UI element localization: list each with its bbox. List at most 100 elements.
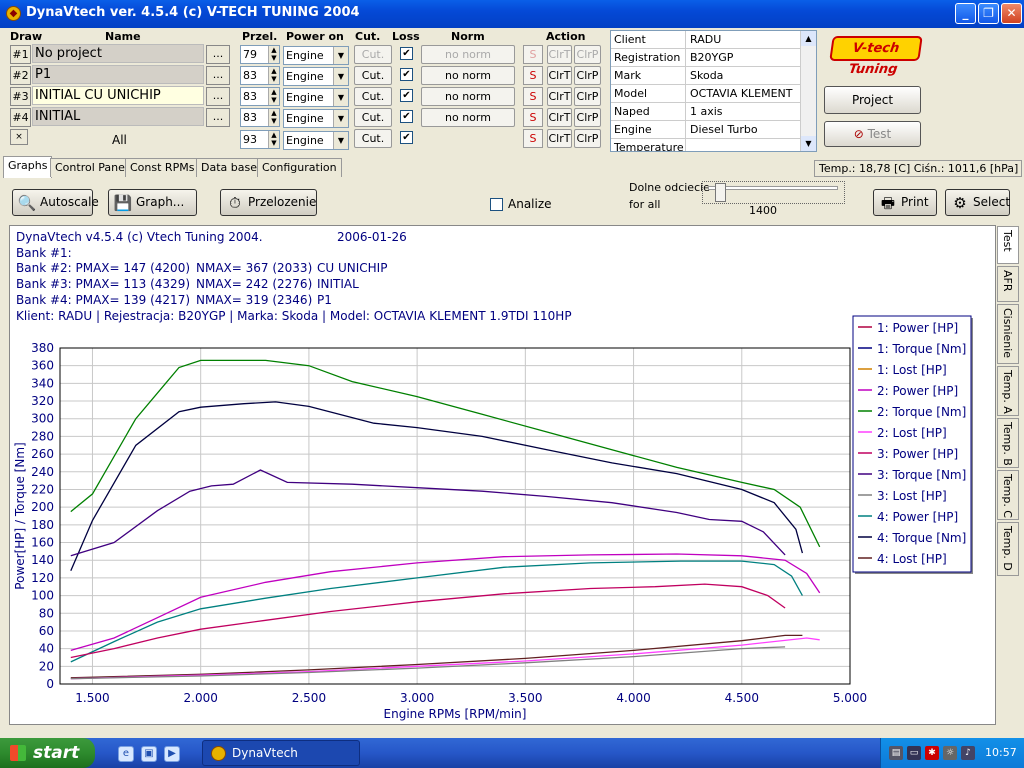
clrp-button-all[interactable]: ClrP (574, 129, 601, 148)
print-button[interactable]: 🖶 Print (873, 189, 937, 216)
info-row-naped[interactable]: Naped 1 axis (611, 103, 801, 121)
info-row-model[interactable]: Model OCTAVIA KLEMENT (611, 85, 801, 103)
spin-arrows-icon[interactable]: ▲ ▼ (268, 109, 279, 126)
maximize-button[interactable]: ❐ (978, 3, 999, 24)
sidetab-temp-b[interactable]: Temp. B (997, 418, 1019, 468)
loss-checkbox-all[interactable]: ✔ (400, 131, 413, 144)
loss-checkbox-4[interactable]: ✔ (400, 110, 413, 123)
s-button-all[interactable]: S (523, 129, 543, 148)
tab-const-rpms[interactable]: Const RPMs (125, 158, 200, 177)
loss-checkbox-2[interactable]: ✔ (400, 68, 413, 81)
taskbar-item-dynavtech[interactable]: DynaVtech (202, 740, 360, 766)
s-button-4[interactable]: S (523, 108, 543, 127)
info-row-temperature[interactable]: Temperature (611, 139, 801, 151)
cut-button-3[interactable]: Cut. (354, 87, 392, 106)
ie-icon[interactable]: e (118, 746, 134, 762)
power-on-select-2[interactable]: Engine ▼ (283, 67, 349, 86)
info-value[interactable]: B20YGP (688, 49, 801, 67)
desktop-icon[interactable]: ▣ (141, 746, 157, 762)
slider-thumb[interactable] (714, 183, 726, 202)
chevron-down-icon[interactable]: ▼ (801, 136, 816, 151)
norm-button-2[interactable]: no norm (421, 66, 515, 85)
client-info-grid[interactable]: Client RADU Registration B20YGP Mark Skoda … (610, 30, 817, 152)
clrp-button-2[interactable]: ClrP (574, 66, 601, 85)
przelozenie-button[interactable]: ⏱ Przelozenie (220, 189, 317, 216)
draw-button-1[interactable]: #1 (10, 45, 31, 64)
sidetab-cisnienie[interactable]: Cisnienie (997, 304, 1019, 364)
sidetab-temp-d[interactable]: Temp. D (997, 522, 1019, 576)
spin-arrows-icon[interactable]: ▲ ▼ (268, 67, 279, 84)
tab-data-base[interactable]: Data base (196, 158, 262, 177)
power-on-select-all[interactable]: Engine ▼ (283, 131, 349, 150)
browse-button-2[interactable]: ... (206, 66, 230, 85)
antivirus-icon[interactable]: ✱ (925, 746, 939, 760)
title-bar[interactable]: ◆ DynaVtech ver. 4.5.4 (c) V-TECH TUNING… (0, 0, 1024, 28)
loss-checkbox-3[interactable]: ✔ (400, 89, 413, 102)
project-name-3[interactable]: INITIAL CU UNICHIP (32, 86, 204, 105)
chevron-down-icon[interactable]: ▼ (333, 89, 348, 106)
chevron-down-icon[interactable]: ▼ (333, 68, 348, 85)
test-button[interactable]: ⊘ Test (824, 121, 921, 147)
cut-button-4[interactable]: Cut. (354, 108, 392, 127)
info-row-mark[interactable]: Mark Skoda (611, 67, 801, 85)
info-value[interactable]: OCTAVIA KLEMENT (688, 85, 801, 103)
chevron-down-icon[interactable]: ▼ (333, 110, 348, 127)
s-button-3[interactable]: S (523, 87, 543, 106)
power-on-select-4[interactable]: Engine ▼ (283, 109, 349, 128)
przel-input-all[interactable]: 93 ▲ ▼ (240, 130, 280, 149)
tab-graphs[interactable]: Graphs (3, 156, 53, 178)
dolne-slider[interactable] (702, 181, 845, 204)
power-on-select-1[interactable]: Engine ▼ (283, 46, 349, 65)
clrt-button-1[interactable]: ClrT (547, 45, 572, 64)
project-button[interactable]: Project (824, 86, 921, 114)
przel-input-4[interactable]: 83 ▲ ▼ (240, 108, 280, 127)
info-value[interactable]: Diesel Turbo (688, 121, 801, 139)
loss-checkbox-1[interactable]: ✔ (400, 47, 413, 60)
info-scrollbar[interactable]: ▲ ▼ (800, 31, 816, 151)
spin-arrows-icon[interactable]: ▲ ▼ (268, 46, 279, 63)
draw-button-2[interactable]: #2 (10, 66, 31, 85)
clrp-button-3[interactable]: ClrP (574, 87, 601, 106)
info-value[interactable]: 1 axis (688, 103, 801, 121)
settings-icon[interactable]: ☼ (943, 746, 957, 760)
sidetab-test[interactable]: Test (997, 226, 1019, 264)
start-button[interactable]: start (0, 738, 95, 768)
spin-arrows-icon[interactable]: ▲ ▼ (268, 131, 279, 148)
monitor-icon[interactable]: ▭ (907, 746, 921, 760)
przel-input-3[interactable]: 83 ▲ ▼ (240, 87, 280, 106)
project-name-2[interactable]: P1 (32, 65, 204, 84)
norm-button-4[interactable]: no norm (421, 108, 515, 127)
s-button-2[interactable]: S (523, 66, 543, 85)
clrt-button-4[interactable]: ClrT (547, 108, 572, 127)
network-icon[interactable]: ▤ (889, 746, 903, 760)
info-row-engine[interactable]: Engine Diesel Turbo (611, 121, 801, 139)
media-player-icon[interactable]: ▶ (164, 746, 180, 762)
project-name-1[interactable]: No project (32, 44, 204, 63)
norm-button-1[interactable]: no norm (421, 45, 515, 64)
info-row-registration[interactable]: Registration B20YGP (611, 49, 801, 67)
power-on-select-3[interactable]: Engine ▼ (283, 88, 349, 107)
close-button[interactable]: ✕ (1001, 3, 1022, 24)
tab-configuration[interactable]: Configuration (257, 158, 342, 177)
clrp-button-4[interactable]: ClrP (574, 108, 601, 127)
clrt-button-3[interactable]: ClrT (547, 87, 572, 106)
norm-button-3[interactable]: no norm (421, 87, 515, 106)
info-value[interactable]: RADU (688, 31, 801, 49)
clrp-button-1[interactable]: ClrP (574, 45, 601, 64)
chevron-down-icon[interactable]: ▼ (333, 132, 348, 149)
chevron-up-icon[interactable]: ▲ (801, 31, 816, 46)
info-value[interactable] (688, 139, 801, 151)
volume-icon[interactable]: ♪ (961, 746, 975, 760)
przel-input-1[interactable]: 79 ▲ ▼ (240, 45, 280, 64)
info-row-client[interactable]: Client RADU (611, 31, 801, 49)
sidetab-temp-c[interactable]: Temp. C (997, 470, 1019, 520)
cut-button-2[interactable]: Cut. (354, 66, 392, 85)
s-button-1[interactable]: S (523, 45, 543, 64)
graph-button[interactable]: 💾 Graph... (108, 189, 197, 216)
draw-button-4[interactable]: #4 (10, 108, 31, 127)
browse-button-1[interactable]: ... (206, 45, 230, 64)
browse-button-4[interactable]: ... (206, 108, 230, 127)
cut-button-all[interactable]: Cut. (354, 129, 392, 148)
minimize-button[interactable]: _ (955, 3, 976, 24)
tab-control-panel[interactable]: Control Panel (50, 158, 133, 177)
